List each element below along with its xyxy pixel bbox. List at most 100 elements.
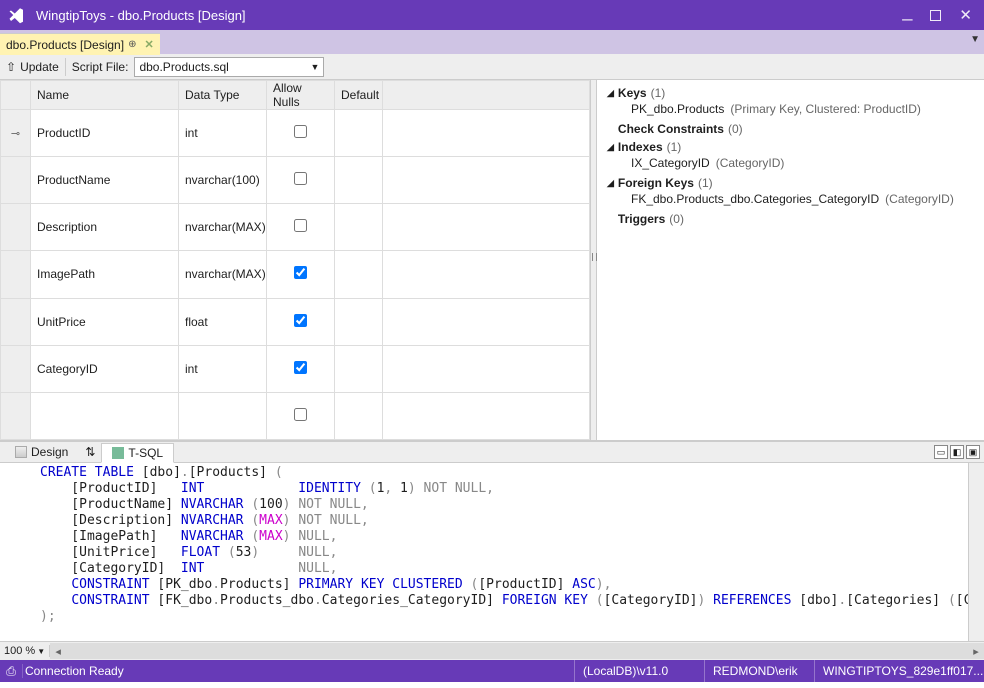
row-header[interactable] [1,157,31,204]
cell-type[interactable]: nvarchar(MAX) [179,251,267,298]
cell-name[interactable]: CategoryID [31,345,179,392]
cell-allow-nulls[interactable] [267,298,335,345]
close-button[interactable]: ✕ [959,6,972,24]
table-row[interactable]: UnitPrice float [1,298,590,345]
cell-name[interactable]: Description [31,204,179,251]
cell-allow-nulls[interactable] [267,251,335,298]
table-row[interactable]: ProductName nvarchar(100) [1,157,590,204]
cell-extra [383,204,590,251]
split-vertical-icon[interactable]: ◧ [950,445,964,459]
cell-name[interactable]: ProductName [31,157,179,204]
row-header[interactable] [1,204,31,251]
minimize-button[interactable]: _ [902,1,912,22]
new-row[interactable] [1,392,590,439]
cell-default[interactable] [335,110,383,157]
cell-type[interactable]: int [179,345,267,392]
vertical-splitter[interactable] [591,80,597,440]
cell-type[interactable]: nvarchar(MAX) [179,204,267,251]
cell-allow-nulls[interactable] [267,157,335,204]
tab-close-icon[interactable]: ✕ [144,38,153,51]
vertical-scrollbar[interactable] [968,463,984,641]
split-horizontal-icon[interactable]: ▭ [934,445,948,459]
maximize-button[interactable] [930,10,941,21]
col-header-name[interactable]: Name [31,81,179,110]
allow-nulls-checkbox[interactable] [294,408,307,421]
cell-default[interactable] [335,157,383,204]
scroll-track[interactable] [66,643,968,659]
swap-tabs-button[interactable]: ⇅ [79,445,101,459]
cell-allow-nulls[interactable] [267,204,335,251]
cell-default[interactable] [335,251,383,298]
cell-name[interactable]: ImagePath [31,251,179,298]
update-button[interactable]: ⇧ Update [6,60,59,74]
cell-allow-nulls[interactable] [267,345,335,392]
scroll-right-icon[interactable]: ▸ [968,645,984,658]
table-row[interactable]: ImagePath nvarchar(MAX) [1,251,590,298]
sql-editor[interactable]: ▾ CREATE TABLE [dbo].[Products] ( [Produ… [0,463,984,641]
row-header[interactable] [1,345,31,392]
cell-type[interactable]: nvarchar(100) [179,157,267,204]
foreign-keys-header[interactable]: ◢Foreign Keys (1) [607,176,974,190]
tsql-tab[interactable]: T-SQL [101,443,174,463]
horizontal-scrollbar[interactable]: ◂ ▸ [50,643,984,659]
index-item[interactable]: IX_CategoryID(CategoryID) [607,154,974,172]
cell-type[interactable]: int [179,110,267,157]
cell-allow-nulls[interactable] [267,110,335,157]
triggers-header[interactable]: ◢Triggers (0) [607,212,974,226]
cell-type[interactable]: float [179,298,267,345]
status-database: WINGTIPTOYS_829e1ff017... [814,660,984,682]
cell-default[interactable] [335,298,383,345]
row-header[interactable]: ⊸ [1,110,31,157]
zoom-dropdown[interactable]: 100 %▼ [0,645,50,657]
tab-dropdown-icon[interactable]: ▼ [970,34,980,45]
cell-extra [383,251,590,298]
expand-icon: ◢ [607,142,614,153]
expand-pane-icon[interactable]: ▣ [966,445,980,459]
scroll-left-icon[interactable]: ◂ [50,645,66,658]
table-row[interactable]: Description nvarchar(MAX) [1,204,590,251]
table-row[interactable]: CategoryID int [1,345,590,392]
cell-default[interactable] [335,345,383,392]
cell-name[interactable]: ProductID [31,110,179,157]
row-header-blank [1,81,31,110]
table-row[interactable]: ⊸ ProductID int [1,110,590,157]
keys-section-header[interactable]: ◢Keys (1) [607,86,974,100]
statusbar: ⎙ Connection Ready (LocalDB)\v11.0 REDMO… [0,660,984,682]
check-constraints-header[interactable]: ◢Check Constraints (0) [607,122,974,136]
pin-icon[interactable]: ⊕ [128,39,136,50]
allow-nulls-checkbox[interactable] [294,314,307,327]
row-header[interactable] [1,298,31,345]
row-header[interactable] [1,392,31,439]
vs-logo-icon [8,6,26,24]
design-tab[interactable]: Design [4,442,79,462]
row-header[interactable] [1,251,31,298]
window-title: WingtipToys - dbo.Products [Design] [36,8,902,23]
zoom-bar: 100 %▼ ◂ ▸ [0,641,984,660]
chevron-down-icon: ▼ [37,647,45,656]
connection-icon: ⎙ [0,664,22,679]
col-header-nulls[interactable]: Allow Nulls [267,81,335,110]
pane-layout-buttons: ▭ ◧ ▣ [934,445,980,459]
columns-grid-pane: Name Data Type Allow Nulls Default ⊸ Pro… [0,80,591,440]
grid-header-row: Name Data Type Allow Nulls Default [1,81,590,110]
status-user: REDMOND\erik [704,660,814,682]
sql-text[interactable]: CREATE TABLE [dbo].[Products] ( [Product… [0,463,984,627]
cell-name[interactable]: UnitPrice [31,298,179,345]
expand-icon: ◢ [607,178,614,189]
document-tab[interactable]: dbo.Products [Design] ⊕ ✕ [0,33,160,55]
col-header-type[interactable]: Data Type [179,81,267,110]
key-item[interactable]: PK_dbo.Products(Primary Key, Clustered: … [607,100,974,118]
allow-nulls-checkbox[interactable] [294,266,307,279]
allow-nulls-checkbox[interactable] [294,361,307,374]
foreign-key-item[interactable]: FK_dbo.Products_dbo.Categories_CategoryI… [607,190,974,208]
col-header-default[interactable]: Default [335,81,383,110]
indexes-header[interactable]: ◢Indexes (1) [607,140,974,154]
allow-nulls-checkbox[interactable] [294,172,307,185]
script-file-dropdown[interactable]: dbo.Products.sql ▼ [134,57,324,77]
columns-grid[interactable]: Name Data Type Allow Nulls Default ⊸ Pro… [0,80,590,440]
allow-nulls-checkbox[interactable] [294,125,307,138]
design-tab-icon [15,446,27,458]
main-split: Name Data Type Allow Nulls Default ⊸ Pro… [0,80,984,441]
cell-default[interactable] [335,204,383,251]
allow-nulls-checkbox[interactable] [294,219,307,232]
